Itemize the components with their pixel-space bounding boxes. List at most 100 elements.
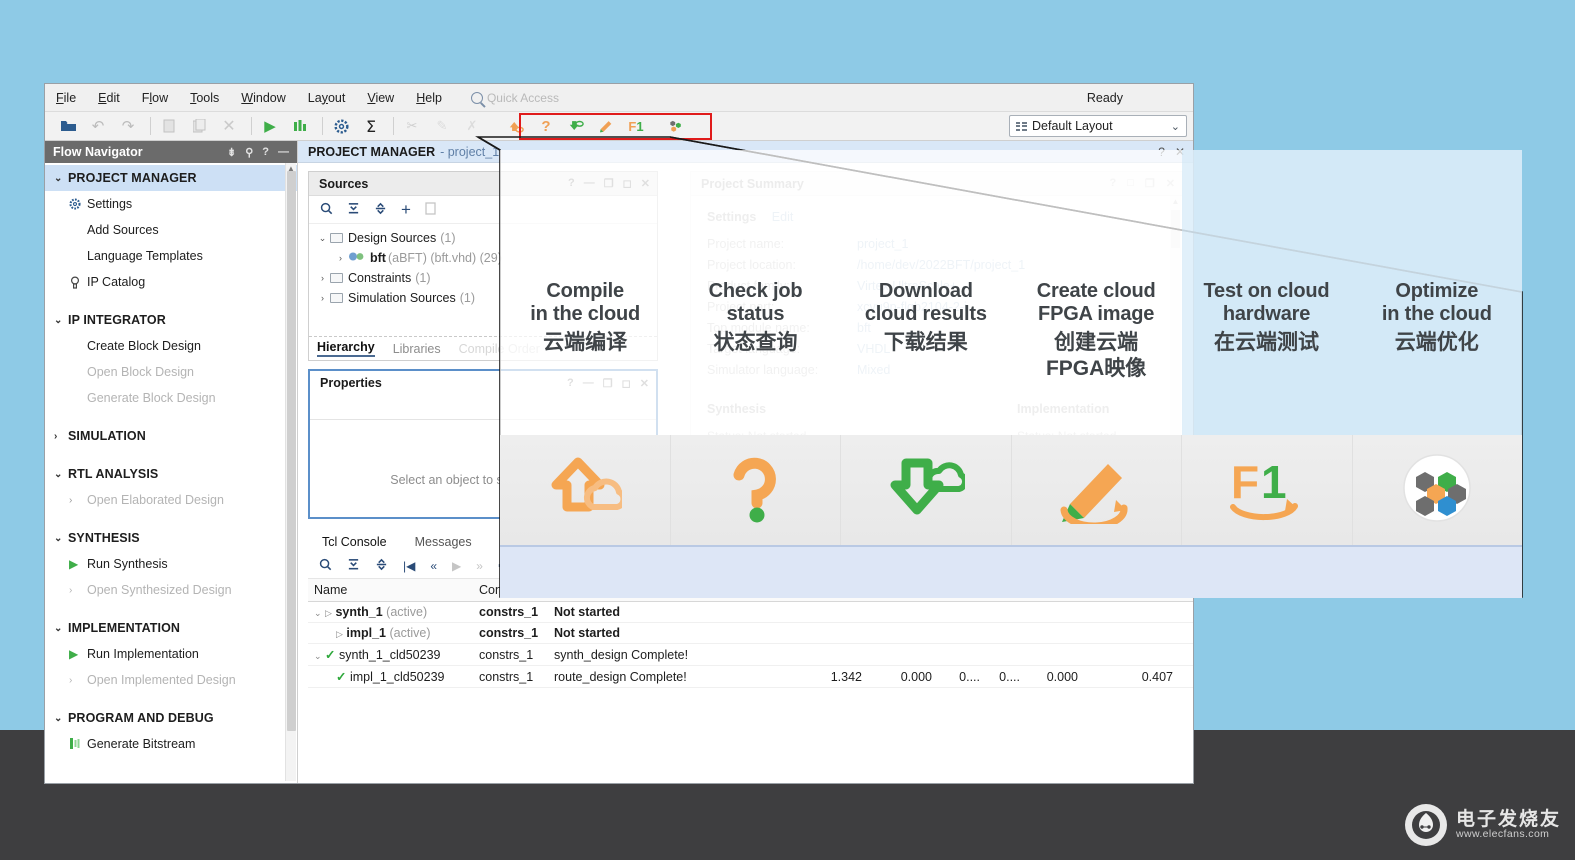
sidebar-scroll-thumb[interactable] [287,171,296,731]
table-row[interactable]: ▷ impl_1 (active) constrs_1 Not started [308,622,1193,644]
sidebar-item-run-synthesis[interactable]: ▶ Run Synthesis [45,551,297,577]
table-row[interactable]: ✓ impl_1_cld50239 constrs_1 route_design… [308,665,1193,688]
callout-column-download: Download cloud results 下载结果 [841,280,1011,395]
cloud-upload-icon[interactable] [548,455,627,526]
pencil-refresh-icon[interactable] [1056,452,1136,530]
settings-gear-icon[interactable] [328,115,354,138]
check-icon: ✓ [325,648,336,662]
menu-window[interactable]: Window [230,84,296,112]
sidebar-group-program-and-debug[interactable]: ⌄ PROGRAM AND DEBUG [45,705,297,731]
flow-navigator-header: Flow Navigator ⇟ ⚲ ? — [45,141,297,163]
prev-icon[interactable]: « [430,559,437,573]
copy-icon [156,115,182,138]
first-icon[interactable]: |◀ [403,559,415,573]
run-wns [798,643,868,666]
search-icon[interactable] [320,202,333,218]
menubar: File Edit Flow Tools Window Layout View … [45,84,1193,112]
sidebar-item-label: Generate Bitstream [87,737,196,751]
chevron-down-icon[interactable]: ⌄ [314,651,322,661]
expand-all-icon[interactable] [374,202,387,218]
hex-cluster-icon[interactable] [1402,453,1472,528]
search-icon[interactable] [319,558,332,574]
download-results-icon[interactable] [563,115,589,138]
sidebar-item-add-sources[interactable]: Add Sources [45,217,297,243]
callout-en-line2: in the cloud [530,303,641,326]
menu-view[interactable]: View [356,84,405,112]
help-icon[interactable]: ? [262,146,269,159]
sidebar-item-generate-bitstream[interactable]: Generate Bitstream [45,731,297,757]
layout-dropdown[interactable]: Default Layout ⌄ [1009,115,1187,137]
cloud-compile-icon[interactable] [503,115,529,138]
job-status-icon[interactable]: ? [533,115,559,138]
report-icon[interactable] [287,115,313,138]
sidebar-item-label: Generate Block Design [87,391,216,405]
redo-icon: ↷ [121,118,135,135]
callout-en-line1: Test on cloud [1203,280,1330,302]
col-name[interactable]: Name [308,579,473,602]
cut-icon: ✂ [406,118,418,133]
sidebar-item-language-templates[interactable]: Language Templates [45,243,297,269]
callout-bottom-strip [500,545,1522,598]
tree-label: Constraints [348,271,412,285]
sidebar-group-synthesis[interactable]: ⌄ SYNTHESIS [45,525,297,551]
chevron-right-icon[interactable]: › [315,293,330,303]
sidebar-item-run-implementation[interactable]: ▶ Run Implementation [45,641,297,667]
run-name-suffix: (active) [389,626,431,640]
tab-tcl-console[interactable]: Tcl Console [308,531,401,553]
menu-flow[interactable]: Flow [131,84,179,112]
sidebar-group-simulation[interactable]: › SIMULATION [45,423,297,449]
optimize-icon[interactable] [663,115,689,138]
run-icon[interactable]: ▶ [257,115,283,138]
collapse-icon[interactable]: ⇟ [227,146,236,159]
menu-help[interactable]: Help [405,84,453,112]
table-row[interactable]: ⌄ ▷ synth_1 (active) constrs_1 Not start… [308,601,1193,623]
sidebar-item-label: Open Implemented Design [87,673,236,687]
sidebar-item-settings[interactable]: Settings [45,191,297,217]
tab-hierarchy[interactable]: Hierarchy [317,340,375,357]
tab-messages[interactable]: Messages [401,531,486,553]
menu-tools[interactable]: Tools [179,84,230,112]
callout-icon-cell [671,435,841,545]
minimize-icon[interactable]: — [278,146,289,159]
f1-test-icon[interactable]: F1 [623,115,649,138]
expand-icon[interactable] [375,558,388,574]
triangle-icon: ▷ [325,608,332,618]
tab-libraries[interactable]: Libraries [393,342,441,356]
table-row[interactable]: ⌄ ✓ synth_1_cld50239 constrs_1 synth_des… [308,643,1193,666]
create-image-icon[interactable] [593,115,619,138]
sidebar-item-create-block-design[interactable]: Create Block Design [45,333,297,359]
run-status: Not started [548,601,798,623]
chevron-down-icon[interactable]: ⌄ [314,608,322,618]
collapse-icon[interactable] [347,558,360,574]
question-mark-icon[interactable] [725,453,785,528]
sidebar-item-label: Open Elaborated Design [87,493,224,507]
cloud-download-icon[interactable] [887,455,968,526]
chevron-right-icon: › [54,430,58,442]
sidebar-group-ip-integrator[interactable]: ⌄ IP INTEGRATOR [45,307,297,333]
menu-layout[interactable]: Layout [297,84,357,112]
sidebar-group-project-manager[interactable]: ⌄ PROJECT MANAGER [45,165,297,191]
sidebar-item-label: Open Synthesized Design [87,583,232,597]
tree-suffix: (aBFT) (bft.vhd) (29) [387,251,502,265]
sidebar-item-label: Open Block Design [87,365,195,379]
menu-edit[interactable]: Edit [87,84,131,112]
sidebar-group-rtl-analysis[interactable]: ⌄ RTL ANALYSIS [45,461,297,487]
toolbar-divider [251,117,252,135]
quick-access-search[interactable]: Quick Access [470,91,559,105]
open-project-icon[interactable] [55,115,81,138]
check-icon: ✓ [336,670,347,684]
menu-file[interactable]: File [45,84,87,112]
folder-icon [330,293,343,303]
sidebar-item-ip-catalog[interactable]: IP Catalog [45,269,297,295]
sidebar-scrollbar[interactable]: ▲ [285,163,296,781]
chevron-right-icon[interactable]: › [315,273,330,283]
collapse-all-icon[interactable] [347,202,360,218]
pin-icon[interactable]: ⚲ [245,146,253,159]
last-icon: » [476,558,483,573]
sigma-icon[interactable]: Σ [358,115,384,138]
chevron-right-icon[interactable]: › [333,253,348,263]
run-constraints: constrs_1 [473,643,548,666]
sidebar-group-implementation[interactable]: ⌄ IMPLEMENTATION [45,615,297,641]
f1-icon[interactable]: F 1 [1227,453,1307,528]
chevron-down-icon[interactable]: ⌄ [315,233,330,244]
